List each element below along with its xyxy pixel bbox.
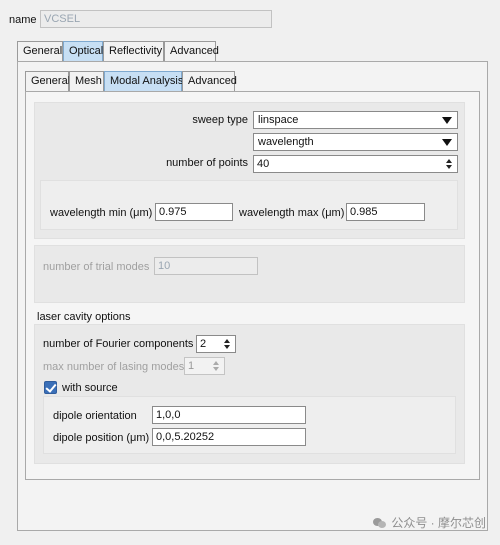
dipole-orientation-label: dipole orientation [53, 410, 137, 422]
tab-advanced[interactable]: Advanced [164, 41, 219, 61]
subtab-advanced[interactable]: Advanced [182, 71, 237, 91]
tab-reflectivity[interactable]: Reflectivity [103, 41, 164, 61]
laser-cavity-section-label: laser cavity options [37, 311, 131, 323]
with-source-label: with source [62, 382, 118, 394]
dipole-orientation-field[interactable]: 1,0,0 [152, 406, 306, 424]
tab-general[interactable]: General [17, 41, 63, 61]
num-points-value: 40 [257, 158, 270, 170]
with-source-checkbox[interactable] [44, 381, 57, 394]
dipole-position-field[interactable]: 0,0,5.20252 [152, 428, 306, 446]
subtab-modal-analysis[interactable]: Modal Analysis [104, 71, 183, 91]
fourier-components-stepper[interactable]: 2 [196, 335, 236, 353]
sweep-variable-value: wavelength [258, 136, 314, 148]
sweep-type-select[interactable]: linspace [253, 111, 458, 129]
stepper-arrows-icon[interactable] [446, 158, 454, 170]
stepper-arrows-icon[interactable] [213, 360, 221, 372]
sweep-type-value: linspace [258, 114, 299, 126]
watermark: 公众号 · 摩尔芯创 [373, 514, 486, 531]
sub-tab-bar: General Mesh Modal Analysis Advanced [25, 71, 475, 91]
wavelength-min-label: wavelength min (μm) [50, 207, 153, 219]
trial-modes-label: number of trial modes [43, 261, 150, 273]
subtab-general[interactable]: General [25, 71, 70, 91]
fourier-components-label: number of Fourier components [43, 338, 194, 350]
wavelength-max-label: wavelength max (μm) [239, 207, 345, 219]
watermark-text: 公众号 · 摩尔芯创 [391, 516, 486, 530]
lasing-modes-value: 1 [188, 360, 195, 372]
dropdown-arrow-icon [442, 139, 452, 146]
wavelength-max-field[interactable]: 0.985 [346, 203, 425, 221]
wavelength-min-field[interactable]: 0.975 [155, 203, 233, 221]
sweep-type-label: sweep type [192, 114, 248, 126]
stepper-arrows-icon[interactable] [224, 338, 232, 350]
lasing-modes-stepper[interactable]: 1 [184, 357, 225, 375]
dropdown-arrow-icon [442, 117, 452, 124]
name-label: name [9, 14, 37, 26]
main-tab-bar: General Optical Reflectivity Advanced [17, 41, 487, 61]
trial-modes-field[interactable]: 10 [154, 257, 258, 275]
num-points-stepper[interactable]: 40 [253, 155, 458, 173]
wechat-icon [373, 517, 387, 529]
lasing-modes-label: max number of lasing modes [43, 361, 185, 373]
sweep-variable-select[interactable]: wavelength [253, 133, 458, 151]
tab-optical[interactable]: Optical [63, 41, 103, 61]
dipole-position-label: dipole position (μm) [53, 432, 150, 444]
properties-window: { "name_field": { "label": "name", "valu… [0, 0, 500, 545]
name-field[interactable]: VCSEL [40, 10, 272, 28]
num-points-label: number of points [166, 157, 248, 169]
fourier-components-value: 2 [200, 338, 207, 350]
subtab-mesh[interactable]: Mesh [69, 71, 104, 91]
